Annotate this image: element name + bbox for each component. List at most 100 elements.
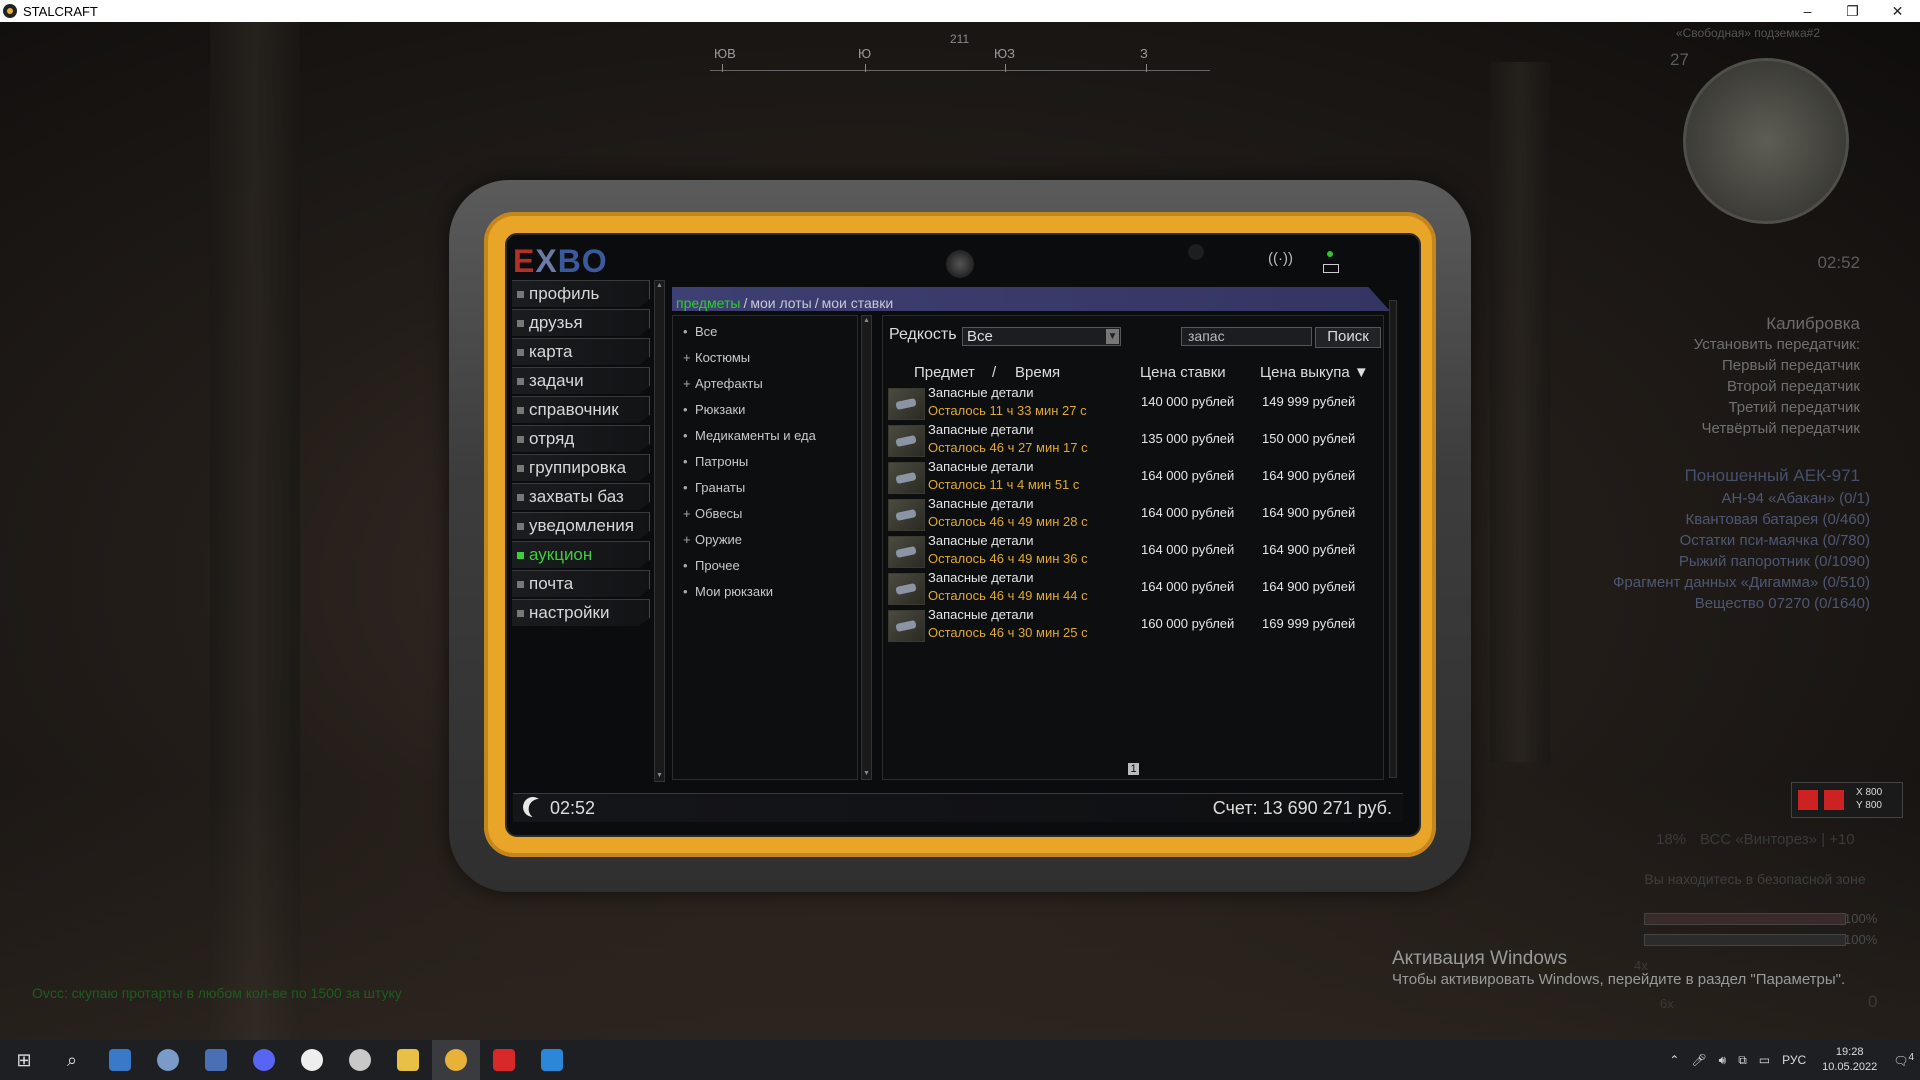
- bullet-icon: [517, 493, 524, 501]
- column-item[interactable]: Предмет: [914, 364, 975, 381]
- sidebar-item-base-captures[interactable]: захваты баз: [512, 483, 650, 510]
- sidebar-scrollbar[interactable]: ▲ ▼: [654, 280, 665, 782]
- discord-icon[interactable]: [240, 1040, 288, 1080]
- spare-parts-icon: [888, 499, 925, 531]
- volume-icon[interactable]: 🔊︎: [1719, 1053, 1727, 1068]
- rarity-select[interactable]: Все ▼: [962, 327, 1121, 346]
- taskbar-app[interactable]: [96, 1040, 144, 1080]
- calculator-icon[interactable]: [192, 1040, 240, 1080]
- results-scrollbar[interactable]: [1389, 300, 1397, 778]
- category-label: Прочее: [695, 557, 740, 573]
- row-buyout: 150 000 рублей: [1262, 431, 1356, 446]
- sidebar-item-squad[interactable]: отряд: [512, 425, 650, 452]
- taskbar-app[interactable]: [336, 1040, 384, 1080]
- table-row[interactable]: Запасные детали Осталось 46 ч 30 мин 25 с…: [888, 606, 1384, 642]
- category-mark: •: [683, 323, 688, 339]
- tab-my-bids[interactable]: мои ставки: [822, 295, 894, 311]
- scroll-up-icon[interactable]: ▲: [655, 281, 664, 291]
- sidebar-item-map[interactable]: карта: [512, 338, 650, 365]
- sidebar-item-faction[interactable]: группировка: [512, 454, 650, 481]
- search-button[interactable]: Поиск: [1315, 327, 1381, 348]
- sidebar-item-auction[interactable]: аукцион: [512, 541, 650, 568]
- sidebar-item-mail[interactable]: почта: [512, 570, 650, 597]
- category-artifacts[interactable]: + Артефакты: [673, 370, 857, 396]
- expand-icon[interactable]: +: [683, 506, 695, 521]
- column-time[interactable]: Время: [1015, 364, 1060, 381]
- expand-icon[interactable]: +: [683, 376, 695, 391]
- table-row[interactable]: Запасные детали Осталось 46 ч 49 мин 28 с…: [888, 495, 1384, 531]
- sidebar-item-reference[interactable]: справочник: [512, 396, 650, 423]
- sidebar-label: настройки: [529, 603, 610, 622]
- category-my-backpacks[interactable]: • Мои рюкзаки: [673, 578, 857, 604]
- table-row[interactable]: Запасные детали Осталось 46 ч 27 мин 17 с…: [888, 421, 1384, 457]
- category-weapons[interactable]: + Оружие: [673, 526, 857, 552]
- taskbar-app[interactable]: [144, 1040, 192, 1080]
- yandex-browser-icon[interactable]: [288, 1040, 336, 1080]
- category-attachments[interactable]: + Обвесы: [673, 500, 857, 526]
- sidebar-item-settings[interactable]: настройки: [512, 599, 650, 626]
- expand-icon[interactable]: +: [683, 350, 695, 365]
- spare-parts-icon: [888, 610, 925, 642]
- calibration-item: Первый передатчик: [1722, 357, 1860, 374]
- microphone-icon[interactable]: 🎤︎: [1691, 1053, 1706, 1067]
- sidebar-item-friends[interactable]: друзья: [512, 309, 650, 336]
- expand-icon[interactable]: +: [683, 532, 695, 547]
- sidebar-item-notifications[interactable]: уведомления: [512, 512, 650, 539]
- category-ammo[interactable]: • Патроны: [673, 448, 857, 474]
- sidebar-label: захваты баз: [529, 487, 624, 506]
- start-button[interactable]: ⊞: [0, 1040, 48, 1080]
- category-all[interactable]: • Все: [673, 318, 857, 344]
- category-other[interactable]: • Прочее: [673, 552, 857, 578]
- notification-icon[interactable]: 🗨︎4: [1893, 1052, 1914, 1068]
- scroll-down-icon[interactable]: ▼: [655, 771, 664, 781]
- maximize-button[interactable]: ❐: [1830, 0, 1875, 22]
- sidebar-item-tasks[interactable]: задачи: [512, 367, 650, 394]
- sidebar-item-profile[interactable]: профиль: [512, 280, 650, 307]
- table-row[interactable]: Запасные детали Осталось 11 ч 4 мин 51 с 1…: [888, 458, 1384, 494]
- category-scrollbar[interactable]: ▲ ▼: [861, 315, 872, 780]
- table-row[interactable]: Запасные детали Осталось 46 ч 49 мин 44 с…: [888, 569, 1384, 605]
- health-bar: [1644, 913, 1846, 925]
- language-indicator[interactable]: РУС: [1782, 1053, 1806, 1067]
- category-backpacks[interactable]: • Рюкзаки: [673, 396, 857, 422]
- file-explorer-icon[interactable]: [384, 1040, 432, 1080]
- bullet-icon: [517, 522, 524, 530]
- scroll-down-icon[interactable]: ▼: [862, 769, 871, 779]
- row-bid: 164 000 рублей: [1141, 542, 1235, 557]
- taskbar-app[interactable]: [528, 1040, 576, 1080]
- taskbar-clock[interactable]: 19:28 10.05.2022: [1822, 1045, 1877, 1075]
- category-label: Оружие: [695, 531, 743, 547]
- close-button[interactable]: ✕: [1875, 0, 1920, 22]
- category-label: Артефакты: [695, 375, 763, 391]
- windows-taskbar: ⊞ ⌕: [0, 1040, 1920, 1080]
- sidebar-label: аукцион: [529, 545, 593, 564]
- tab-my-lots[interactable]: мои лоты: [750, 295, 811, 311]
- category-grenades[interactable]: • Гранаты: [673, 474, 857, 500]
- windows-activation-text: Чтобы активировать Windows, перейдите в …: [1392, 971, 1846, 988]
- table-row[interactable]: Запасные детали Осталось 11 ч 33 мин 27 с…: [888, 384, 1384, 420]
- row-time: Осталось 46 ч 30 мин 25 с: [928, 625, 1088, 640]
- tab-items[interactable]: предметы: [676, 295, 740, 311]
- scroll-up-icon[interactable]: ▲: [862, 316, 871, 326]
- category-suits[interactable]: + Костюмы: [673, 344, 857, 370]
- search-input[interactable]: запас: [1181, 327, 1312, 346]
- category-meds-food[interactable]: • Медикаменты и еда: [673, 422, 857, 448]
- category-label: Обвесы: [695, 505, 743, 521]
- chevron-up-icon[interactable]: ⌃: [1669, 1053, 1679, 1067]
- bullet-icon: [517, 609, 524, 617]
- taskbar-app[interactable]: [480, 1040, 528, 1080]
- table-row[interactable]: Запасные детали Осталось 46 ч 49 мин 36 с…: [888, 532, 1384, 568]
- search-icon[interactable]: ⌕: [48, 1040, 96, 1080]
- pagination-page[interactable]: 1: [1128, 763, 1139, 775]
- row-buyout: 149 999 рублей: [1262, 394, 1356, 409]
- column-bid[interactable]: Цена ставки: [1140, 364, 1226, 381]
- tab-separator: /: [743, 295, 748, 311]
- column-buyout[interactable]: Цена выкупа ▼: [1260, 364, 1369, 381]
- stalcraft-taskbar-icon[interactable]: [432, 1040, 480, 1080]
- network-icon[interactable]: ⧉: [1738, 1053, 1747, 1068]
- chevron-down-icon[interactable]: ▼: [1106, 329, 1119, 344]
- compass-tick: [722, 64, 723, 72]
- display-icon[interactable]: ▭: [1759, 1053, 1770, 1067]
- row-name: Запасные детали: [928, 385, 1034, 400]
- minimize-button[interactable]: –: [1785, 0, 1830, 22]
